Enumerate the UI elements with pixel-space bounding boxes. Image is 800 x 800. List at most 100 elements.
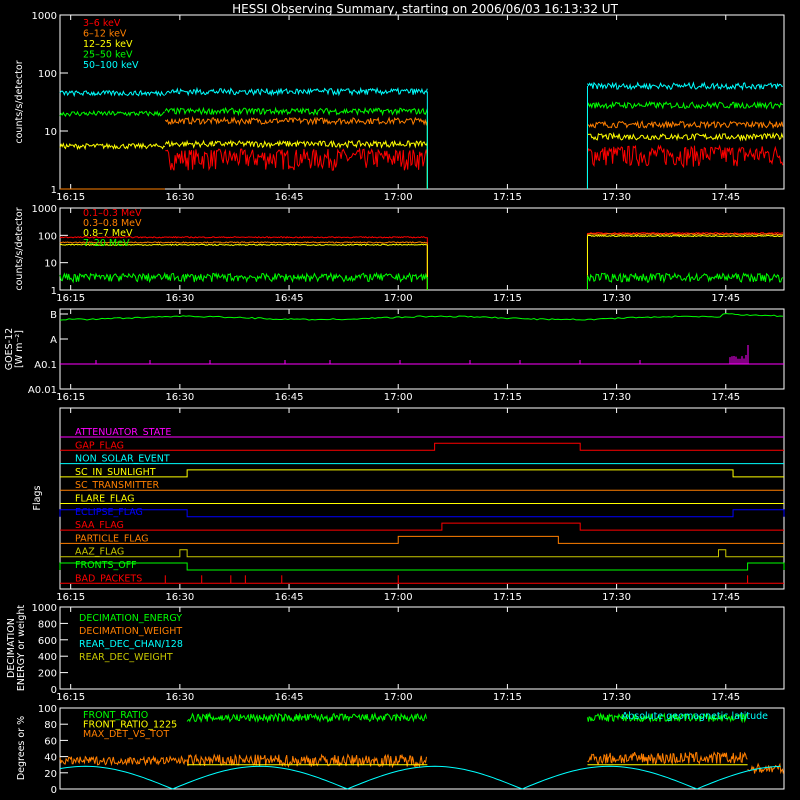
- series-line: [587, 144, 784, 169]
- y-tick-label: A0.1: [34, 360, 57, 371]
- x-tick-label: 17:15: [493, 692, 522, 703]
- flag-line: [60, 442, 784, 451]
- series-line: [164, 116, 428, 126]
- x-tick-label: 16:45: [275, 293, 304, 304]
- x-tick-label: 16:30: [165, 192, 194, 203]
- series-line: [587, 231, 784, 235]
- flag-label: PARTICLE_FLAG: [75, 533, 148, 544]
- series-line: [587, 100, 783, 110]
- y-tick-label: 20: [44, 769, 57, 780]
- x-tick-label: 16:15: [56, 592, 85, 603]
- x-tick-label: 17:00: [384, 692, 413, 703]
- x-tick-label: 17:15: [493, 592, 522, 603]
- x-tick-label: 17:15: [493, 293, 522, 304]
- legend-entry: REAR_DEC_WEIGHT: [79, 652, 173, 663]
- y-tick-label: 60: [44, 736, 57, 747]
- y-tick-label: 10: [44, 127, 57, 138]
- legend-entry: 7–20 MeV: [83, 238, 130, 249]
- y-tick-label: 1000: [32, 603, 57, 614]
- legend-entry: DECIMATION_WEIGHT: [79, 626, 182, 637]
- flag-line: [59, 562, 785, 571]
- flag-label: GAP_FLAG: [75, 440, 124, 451]
- y-tick-label: 400: [38, 652, 57, 663]
- x-tick-label: 16:45: [275, 592, 304, 603]
- series-line: [587, 271, 784, 284]
- y-tick-label: B: [50, 310, 57, 321]
- chart-title: HESSI Observing Summary, starting on 200…: [232, 2, 618, 16]
- series-line: [587, 120, 784, 130]
- legend-entry: REAR_DEC_CHAN/128: [79, 639, 183, 650]
- x-tick-label: 16:30: [165, 392, 194, 403]
- series-line: [165, 147, 428, 172]
- y-axis-units: [W m⁻²]: [14, 330, 25, 368]
- x-tick-label: 16:30: [165, 293, 194, 304]
- series-line: [587, 232, 784, 236]
- x-tick-label: 17:30: [602, 293, 631, 304]
- series-line: [59, 755, 187, 767]
- flag-label: ECLIPSE_FLAG: [75, 507, 143, 518]
- series-line: [164, 86, 428, 97]
- series-line: [587, 234, 784, 238]
- series-line: [587, 131, 784, 142]
- y-tick-label: 200: [38, 669, 57, 680]
- series-line: [587, 751, 748, 766]
- y-tick-label: 40: [44, 753, 57, 764]
- series-line: [59, 271, 428, 284]
- y-tick-label: 1000: [32, 204, 57, 215]
- legend-entry: 50–100 keV: [83, 60, 139, 71]
- goes-long-line: [59, 312, 784, 321]
- legend-entry: MAX_DET_VS_TOT: [83, 729, 169, 740]
- x-tick-label: 16:45: [275, 392, 304, 403]
- y-axis-label: Degrees or %: [16, 716, 27, 780]
- x-tick-label: 17:30: [602, 592, 631, 603]
- series-line: [59, 89, 165, 98]
- y-tick-label: 100: [38, 69, 57, 80]
- y-tick-label: 100: [38, 231, 57, 242]
- x-tick-label: 17:00: [384, 592, 413, 603]
- y-tick-label: 0: [51, 685, 57, 696]
- y-tick-label: 1: [51, 286, 57, 297]
- y-tick-label: 800: [38, 619, 57, 630]
- x-tick-label: 17:00: [384, 392, 413, 403]
- y-axis-label: counts/s/detector: [14, 60, 25, 143]
- flag-line: [59, 509, 785, 518]
- y-tick-label: 100: [38, 704, 57, 715]
- x-tick-label: 17:45: [711, 293, 740, 304]
- legend-entry: Absolute geomagnetic latitude: [622, 711, 768, 722]
- y-tick-label: 1000: [32, 11, 57, 22]
- y-axis-label: counts/s/detector: [14, 207, 25, 290]
- y-tick-label: 1: [51, 185, 57, 196]
- x-tick-label: 16:15: [56, 192, 85, 203]
- y-tick-label: 10: [44, 259, 57, 270]
- x-tick-label: 16:15: [56, 392, 85, 403]
- flag-label: FLARE_FLAG: [75, 494, 135, 505]
- flag-label: SC_TRANSMITTER: [75, 480, 160, 491]
- flag-label: FRONTS_OFF: [75, 560, 137, 571]
- x-tick-label: 17:30: [602, 192, 631, 203]
- x-tick-label: 17:45: [711, 692, 740, 703]
- y-tick-label: 600: [38, 636, 57, 647]
- series-line: [164, 106, 428, 117]
- legend-entry: 6–12 keV: [83, 29, 127, 40]
- flag-label: BAD_PACKETS: [75, 573, 142, 584]
- flag-line: [60, 535, 784, 544]
- goes-panel: [59, 308, 785, 390]
- geomag-latitude-line: [59, 765, 781, 790]
- flag-line: [60, 469, 784, 478]
- x-tick-label: 16:15: [56, 692, 85, 703]
- y-axis-label: ENERGY or weight: [16, 605, 27, 691]
- x-tick-label: 17:15: [493, 392, 522, 403]
- low-energy-panel: [59, 14, 785, 190]
- series-line: [59, 142, 166, 151]
- y-tick-label: 80: [44, 720, 57, 731]
- flag-line: [60, 522, 784, 531]
- flag-label: NON_SOLAR_EVENT: [75, 454, 170, 465]
- x-tick-label: 16:15: [56, 293, 85, 304]
- x-tick-label: 17:30: [602, 392, 631, 403]
- flag-label: AAZ_FLAG: [75, 547, 124, 558]
- x-tick-label: 16:30: [165, 692, 194, 703]
- flag-label: SAA_FLAG: [75, 520, 124, 531]
- legend-entry: DECIMATION_ENERGY: [79, 613, 182, 624]
- y-axis-label: Flags: [32, 485, 43, 510]
- hessi-summary-chart: HESSI Observing Summary, starting on 200…: [4, 2, 785, 796]
